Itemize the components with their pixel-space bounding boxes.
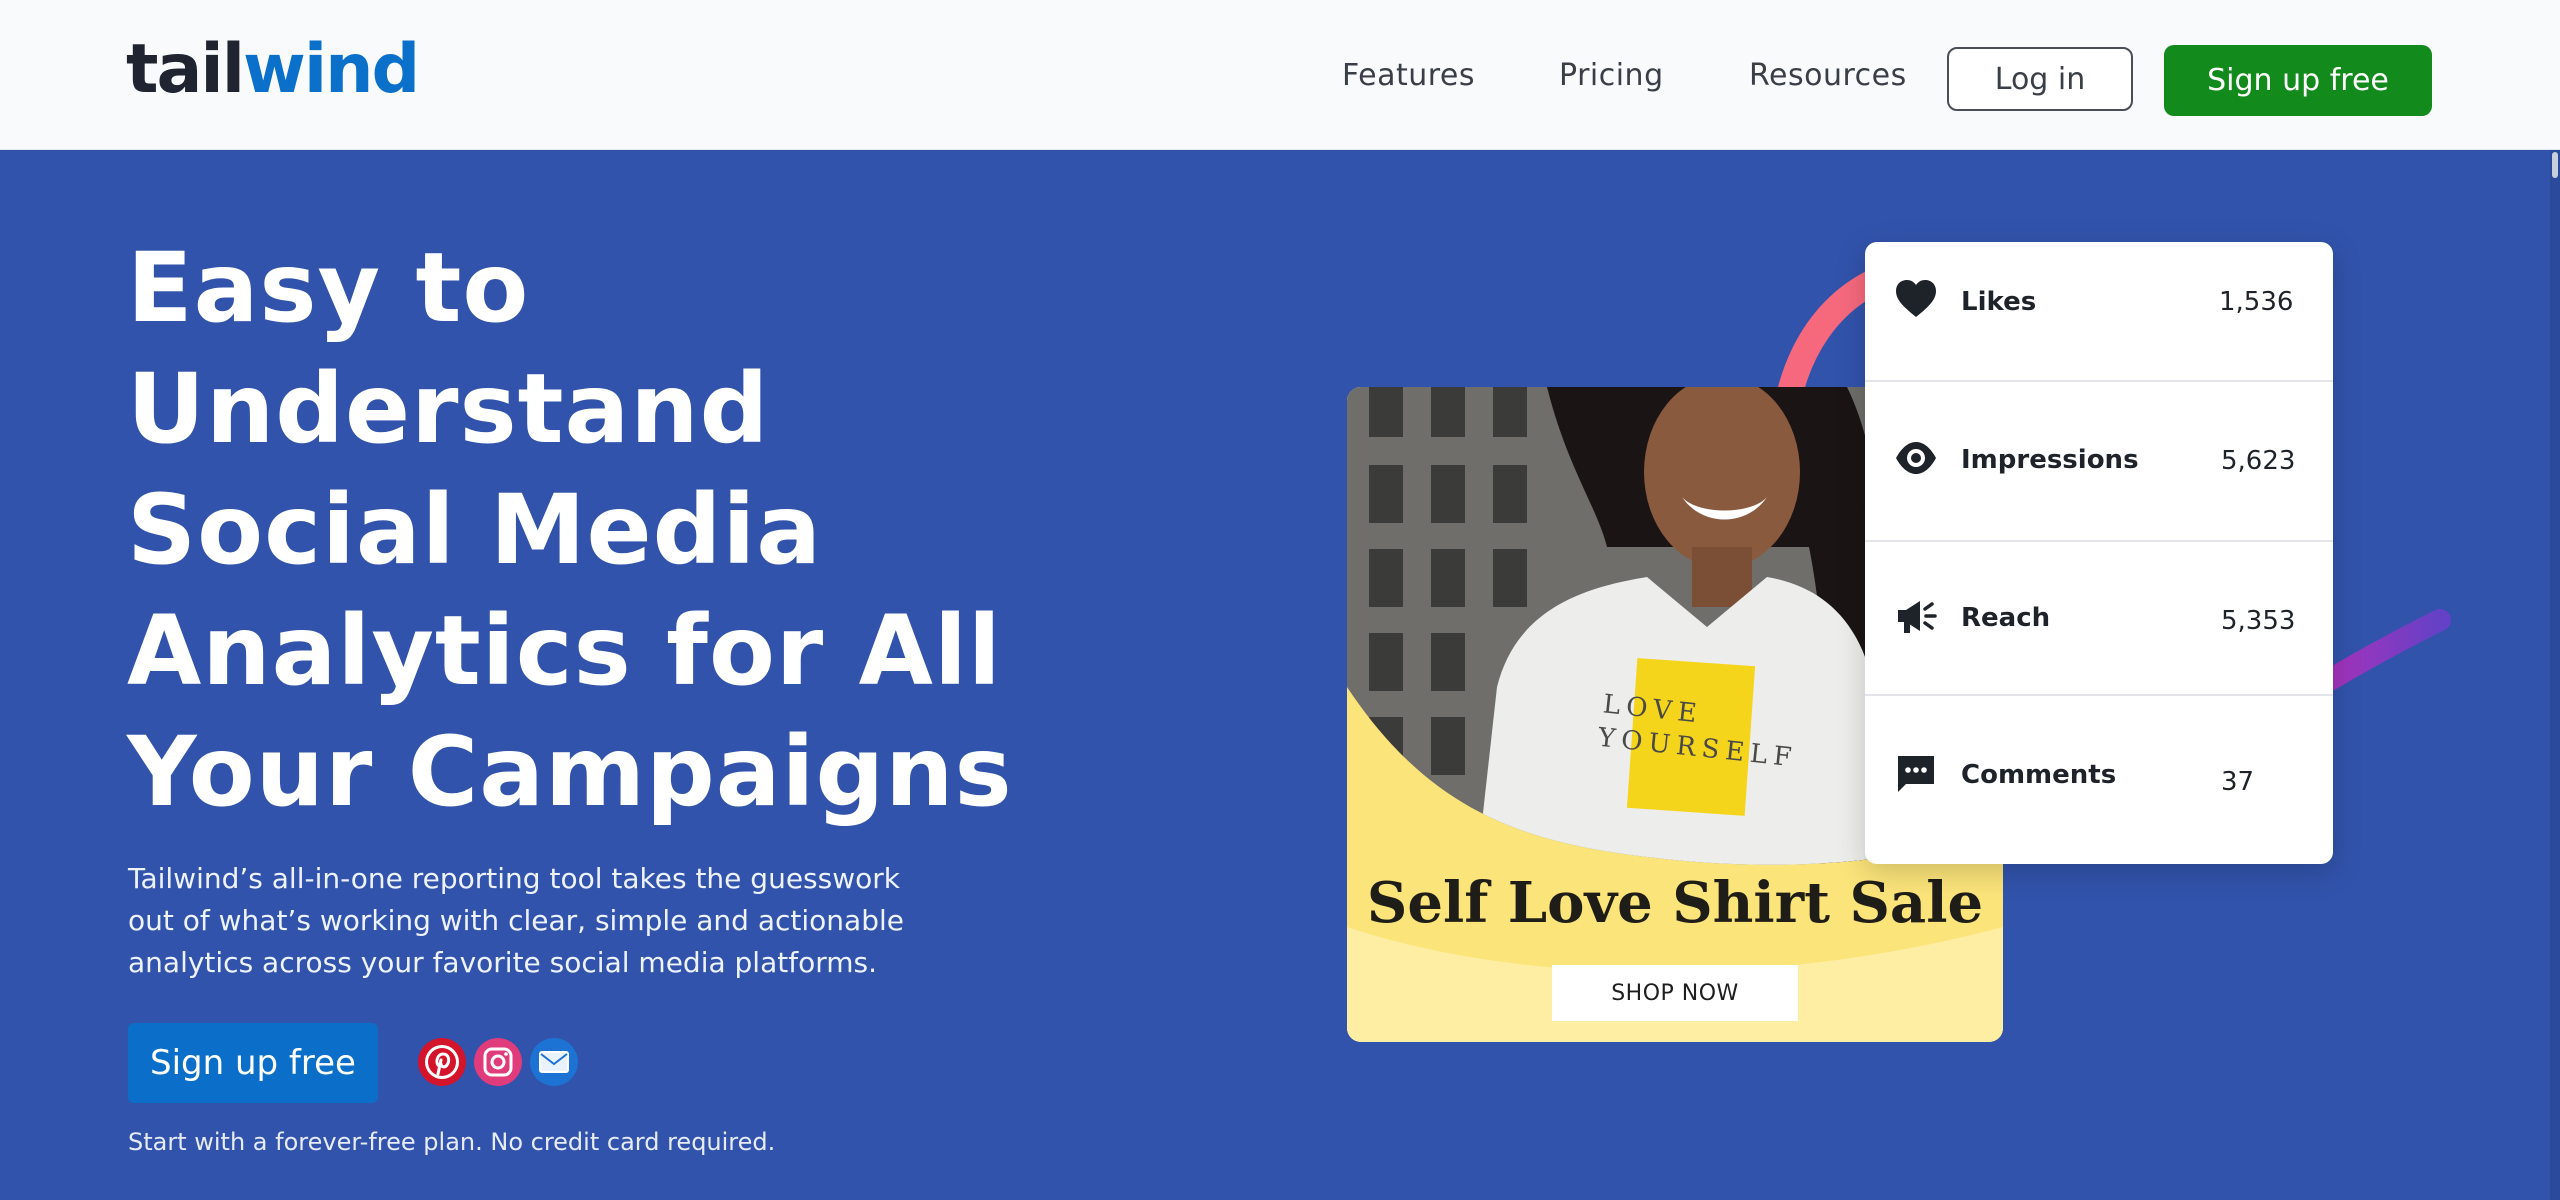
stat-label: Likes bbox=[1961, 287, 2037, 317]
page-scrollbar[interactable] bbox=[2550, 150, 2560, 1200]
stat-value: 37 bbox=[2221, 767, 2255, 797]
logo-text-part1: tail bbox=[126, 30, 245, 109]
scrollbar-thumb[interactable] bbox=[2552, 152, 2558, 178]
stat-label: Reach bbox=[1961, 603, 2051, 633]
hero-subtitle-line: analytics across your favorite social me… bbox=[128, 946, 877, 979]
stat-value: 5,623 bbox=[2221, 446, 2296, 476]
heart-icon bbox=[1896, 280, 1936, 317]
shop-now-button[interactable]: SHOP NOW bbox=[1552, 965, 1798, 1021]
stat-row-reach: Reach 5,353 bbox=[1865, 542, 2333, 700]
hero-title-line: Your Campaigns bbox=[127, 716, 1013, 828]
login-button[interactable]: Log in bbox=[1947, 47, 2133, 111]
email-icon[interactable] bbox=[530, 1038, 578, 1086]
tailwind-logo[interactable]: tailwind bbox=[126, 36, 420, 104]
nav-features[interactable]: Features bbox=[1342, 58, 1475, 93]
hero-title: Easy to Understand Social Media Analytic… bbox=[127, 228, 1027, 833]
stat-value: 5,353 bbox=[2221, 606, 2296, 636]
stat-label: Comments bbox=[1961, 760, 2117, 790]
eye-icon bbox=[1896, 442, 1936, 474]
stat-label: Impressions bbox=[1961, 445, 2139, 475]
hero-subtitle-line: Tailwind’s all-in-one reporting tool tak… bbox=[128, 862, 900, 895]
hero-note: Start with a forever-free plan. No credi… bbox=[128, 1128, 776, 1156]
megaphone-icon bbox=[1898, 601, 1937, 633]
stats-card: Likes 1,536 Impressions 5,623 Reach 5,35… bbox=[1865, 242, 2333, 864]
stat-value: 1,536 bbox=[2219, 287, 2294, 317]
hero-title-line: Analytics for All bbox=[127, 595, 1002, 707]
logo-text-part2: wind bbox=[243, 30, 420, 109]
stat-row-impressions: Impressions 5,623 bbox=[1865, 382, 2333, 540]
hero-signup-button[interactable]: Sign up free bbox=[128, 1023, 378, 1103]
hero-title-line: Easy to bbox=[127, 232, 530, 344]
instagram-icon[interactable] bbox=[474, 1038, 522, 1086]
promo-heading: Self Love Shirt Sale bbox=[1366, 870, 1984, 936]
stat-row-likes: Likes 1,536 bbox=[1865, 242, 2333, 400]
header-signup-button[interactable]: Sign up free bbox=[2164, 45, 2432, 116]
hero-subtitle-line: out of what’s working with clear, simple… bbox=[128, 904, 904, 937]
hero-title-line: Understand bbox=[127, 353, 770, 465]
hero-title-line: Social Media bbox=[127, 474, 823, 586]
site-header: tailwind Features Pricing Resources Log … bbox=[0, 0, 2560, 150]
pinterest-icon[interactable] bbox=[418, 1038, 466, 1086]
comment-icon bbox=[1898, 756, 1934, 792]
nav-pricing[interactable]: Pricing bbox=[1559, 58, 1664, 93]
nav-resources[interactable]: Resources bbox=[1749, 58, 1907, 93]
hero-subtitle: Tailwind’s all-in-one reporting tool tak… bbox=[128, 858, 908, 984]
stat-row-comments: Comments 37 bbox=[1865, 696, 2333, 854]
